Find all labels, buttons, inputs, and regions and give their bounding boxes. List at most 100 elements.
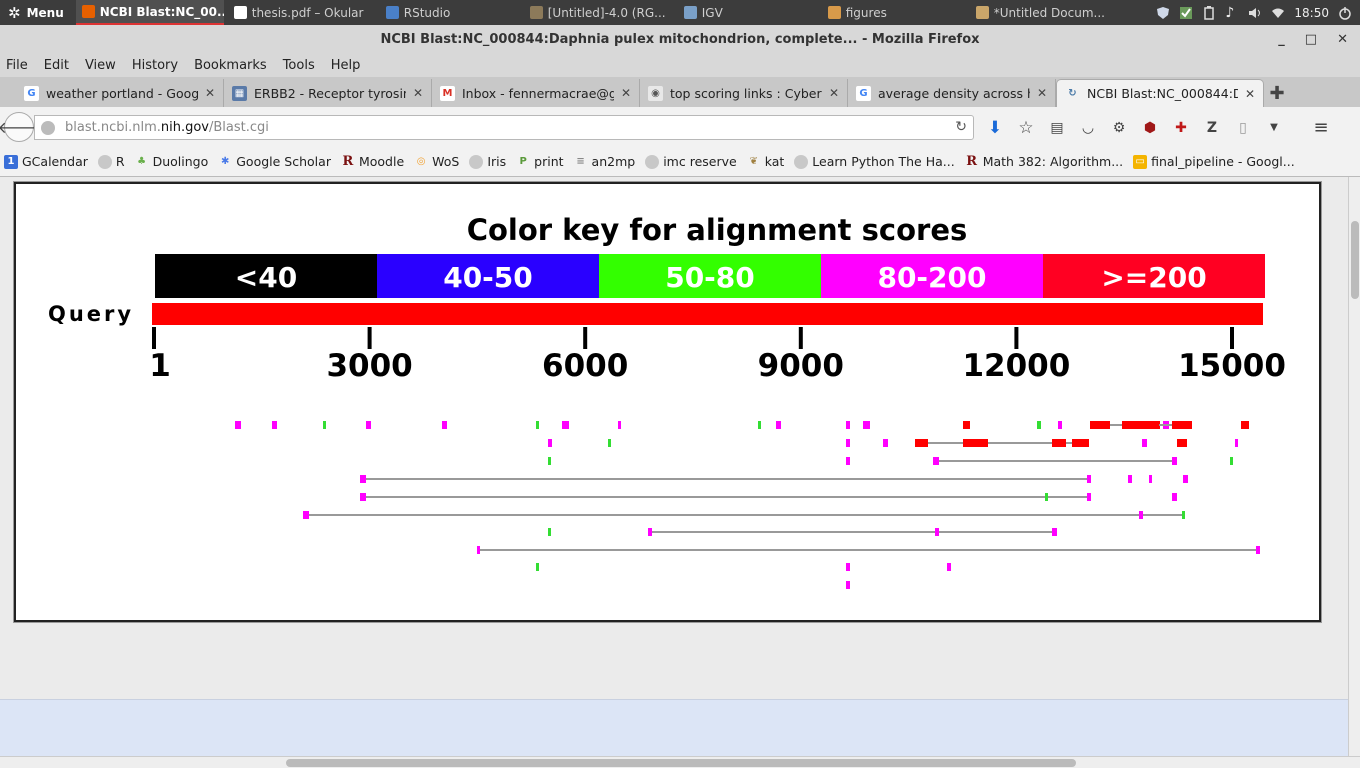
clock[interactable]: 18:50 bbox=[1294, 6, 1329, 20]
chevron-down-icon[interactable]: ▼ bbox=[1265, 119, 1283, 137]
url-host: nih.gov bbox=[160, 120, 209, 135]
duolingo-icon: ♣ bbox=[137, 156, 147, 167]
url-bar[interactable]: blast.ncbi.nlm. nih.gov/Blast.cgi ↻ bbox=[34, 115, 974, 140]
axis-tick-label: 1 bbox=[149, 348, 171, 384]
taskbar-item[interactable]: *Untitled Docum... bbox=[970, 0, 1120, 25]
axis-tick-label: 3000 bbox=[326, 348, 412, 384]
bookmark-item[interactable]: ≡ an2mp bbox=[574, 154, 635, 169]
alignment-hit bbox=[1172, 421, 1192, 429]
menu-edit[interactable]: Edit bbox=[44, 58, 69, 73]
menu-tools[interactable]: Tools bbox=[283, 58, 315, 73]
bookmark-label: kat bbox=[764, 154, 785, 169]
bookmark-item[interactable]: ✱ Google Scholar bbox=[218, 154, 331, 169]
start-menu-button[interactable]: ✲ Menu bbox=[0, 0, 72, 25]
alignment-hit bbox=[1182, 511, 1185, 519]
bookmark-item[interactable]: ◎ WoS bbox=[414, 154, 460, 169]
power-icon[interactable] bbox=[1338, 6, 1352, 20]
axis-tick bbox=[1230, 327, 1234, 349]
bookmarks-toolbar: 1 GCalendar R ♣ Duolingo ✱ Google Scholar R Mood… bbox=[0, 147, 1360, 177]
bookmark-item[interactable]: R Math 382: Algorithm... bbox=[965, 154, 1123, 169]
browser-tab[interactable]: Gaverage density across hi... ✕ bbox=[848, 79, 1056, 107]
alignment-hit bbox=[562, 421, 569, 429]
alignment-hit bbox=[648, 528, 652, 536]
settings-gear-icon[interactable]: ⚙ bbox=[1110, 119, 1128, 137]
close-tab-icon[interactable]: ✕ bbox=[621, 86, 631, 100]
browser-tab[interactable]: M Inbox - fennermacrae@g... ✕ bbox=[432, 79, 640, 107]
bookmark-label: imc reserve bbox=[663, 154, 737, 169]
ublock-icon[interactable]: ⬢ bbox=[1141, 119, 1159, 137]
wifi-icon[interactable] bbox=[1271, 6, 1285, 20]
back-button[interactable]: 🡐 bbox=[0, 112, 40, 142]
maximize-button[interactable]: □ bbox=[1305, 32, 1317, 47]
alignment-hit bbox=[1090, 421, 1110, 429]
zotero-icon[interactable]: Z bbox=[1203, 119, 1221, 137]
browser-tab[interactable]: ◉ top scoring links : Cyberp... ✕ bbox=[640, 79, 848, 107]
tab-label: top scoring links : Cyberp... bbox=[670, 85, 822, 101]
google-icon: G bbox=[24, 85, 39, 101]
update-icon[interactable] bbox=[1179, 6, 1193, 20]
alignment-hit bbox=[947, 563, 951, 571]
menu-view[interactable]: View bbox=[85, 58, 116, 73]
vertical-scroll-thumb[interactable] bbox=[1351, 221, 1359, 299]
horizontal-scrollbar[interactable] bbox=[0, 756, 1360, 768]
uniprot-icon: ▦ bbox=[232, 85, 247, 101]
bookmark-item[interactable]: ▭ final_pipeline - Googl... bbox=[1133, 154, 1295, 169]
music-icon[interactable]: ♪ bbox=[1225, 6, 1239, 20]
battery-icon[interactable] bbox=[1202, 5, 1216, 20]
bookmark-label: final_pipeline - Googl... bbox=[1151, 154, 1295, 169]
alignment-hit bbox=[1045, 493, 1048, 501]
medical-cross-icon[interactable]: ✚ bbox=[1172, 119, 1190, 137]
close-window-button[interactable]: ✕ bbox=[1337, 32, 1348, 47]
page-icon[interactable]: ▯ bbox=[1234, 119, 1252, 137]
menu-history[interactable]: History bbox=[132, 58, 178, 73]
new-tab-button[interactable]: ✚ bbox=[1264, 79, 1290, 107]
reload-icon[interactable]: ↻ bbox=[955, 119, 967, 135]
bookmark-item[interactable]: Learn Python The Ha... bbox=[794, 154, 955, 169]
bookmark-label: Learn Python The Ha... bbox=[812, 154, 955, 169]
pocket-icon[interactable]: ◡ bbox=[1079, 119, 1097, 137]
menu-file[interactable]: File bbox=[6, 58, 28, 73]
taskbar-item[interactable]: figures bbox=[822, 0, 966, 25]
browser-tab[interactable]: Gweather portland - Googl... ✕ bbox=[16, 79, 224, 107]
close-tab-icon[interactable]: ✕ bbox=[829, 86, 839, 100]
bookmark-item[interactable]: R bbox=[97, 154, 125, 169]
bookmark-star-icon[interactable]: ☆ bbox=[1017, 118, 1035, 138]
menu-bookmarks[interactable]: Bookmarks bbox=[194, 58, 267, 73]
bookmark-item[interactable]: Pprint bbox=[516, 154, 564, 169]
browser-tab[interactable]: ▦ ERBB2 - Receptor tyrosin... ✕ bbox=[224, 79, 432, 107]
close-tab-icon[interactable]: ✕ bbox=[1245, 87, 1255, 101]
taskbar-item[interactable]: [Untitled]-4.0 (RG... bbox=[524, 0, 674, 25]
url-path: /Blast.cgi bbox=[209, 120, 269, 135]
close-tab-icon[interactable]: ✕ bbox=[1037, 86, 1047, 100]
bookmark-item[interactable]: ♣ Duolingo bbox=[135, 154, 208, 169]
close-tab-icon[interactable]: ✕ bbox=[205, 86, 215, 100]
alignment-hit bbox=[935, 528, 939, 536]
taskbar-item[interactable]: RStudio bbox=[380, 0, 520, 25]
horizontal-scroll-thumb[interactable] bbox=[286, 759, 1076, 767]
vertical-scrollbar[interactable] bbox=[1348, 177, 1360, 756]
taskbar-item[interactable]: IGV bbox=[678, 0, 818, 25]
site-identity-icon[interactable] bbox=[41, 120, 55, 135]
bookmark-item[interactable]: imc reserve bbox=[645, 154, 737, 169]
taskbar-item[interactable]: thesis.pdf – Okular bbox=[228, 0, 376, 25]
taskbar-item[interactable]: NCBI Blast:NC_00... bbox=[75, 0, 224, 25]
bookmark-item[interactable]: R Moodle bbox=[341, 154, 405, 169]
bookmark-item[interactable]: 1 GCalendar bbox=[4, 154, 88, 169]
clipboard-icon[interactable]: ▤ bbox=[1048, 119, 1066, 137]
volume-icon[interactable] bbox=[1248, 6, 1262, 20]
alignment-hit bbox=[863, 421, 870, 429]
hamburger-menu-icon[interactable]: ≡ bbox=[1312, 117, 1330, 138]
download-icon[interactable]: ⬇ bbox=[986, 118, 1004, 138]
bookmark-item[interactable]: ❦ kat bbox=[747, 154, 785, 169]
minimize-button[interactable]: _ bbox=[1278, 32, 1285, 47]
alignment-hit bbox=[548, 457, 551, 465]
menu-help[interactable]: Help bbox=[331, 58, 361, 73]
browser-tab[interactable]: ↻ NCBI Blast:NC_000844:D... ✕ bbox=[1056, 79, 1264, 107]
close-tab-icon[interactable]: ✕ bbox=[413, 86, 423, 100]
desktop-panel: ✲ Menu NCBI Blast:NC_00... thesis.pdf – O… bbox=[0, 0, 1360, 25]
bookmark-item[interactable]: Iris bbox=[469, 154, 506, 169]
footer-band bbox=[0, 699, 1348, 756]
gimp-icon bbox=[529, 6, 543, 19]
alignment-hit bbox=[1177, 439, 1187, 447]
shield-icon[interactable] bbox=[1156, 6, 1170, 20]
